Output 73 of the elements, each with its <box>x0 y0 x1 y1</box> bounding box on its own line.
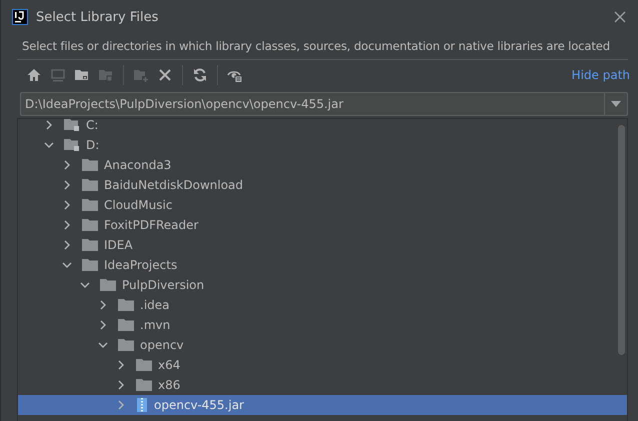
folder-icon <box>136 358 152 372</box>
tree-row[interactable]: IdeaProjects <box>18 255 627 275</box>
app-logo-icon <box>12 9 28 25</box>
tree-row[interactable]: CloudMusic <box>18 195 627 215</box>
folder-icon <box>82 238 98 252</box>
tree-row[interactable]: .idea <box>18 295 627 315</box>
tree-item-label: CloudMusic <box>104 198 172 212</box>
chevron-down-icon[interactable] <box>44 140 54 150</box>
chevron-right-icon[interactable] <box>98 300 108 310</box>
window-title: Select Library Files <box>36 10 160 24</box>
refresh-icon <box>192 67 208 83</box>
chevron-down-icon[interactable] <box>80 280 90 290</box>
description-text: Select files or directories in which library classes, sources, documentation or native libraries are located <box>21 38 611 55</box>
dropdown-arrow-icon <box>611 101 621 107</box>
tree-item-label: opencv-455.jar <box>154 398 244 412</box>
tree-item-label: BaiduNetdiskDownload <box>104 178 244 192</box>
chevron-right-icon[interactable] <box>62 220 72 230</box>
chevron-right-icon[interactable] <box>62 180 72 190</box>
chevron-right-icon[interactable] <box>116 380 126 390</box>
tree-row[interactable]: x64 <box>18 355 627 375</box>
tree-item-label: .idea <box>140 298 170 312</box>
tree-row[interactable]: Anaconda3 <box>18 155 627 175</box>
chevron-right-icon[interactable] <box>62 200 72 210</box>
dropdown-button[interactable] <box>604 92 628 116</box>
home-icon <box>26 67 42 83</box>
hide-path-link[interactable]: Hide path <box>572 68 630 82</box>
chevron-down-icon[interactable] <box>62 260 72 270</box>
chevron-right-icon[interactable] <box>62 160 72 170</box>
tree-row[interactable]: opencv <box>18 335 627 355</box>
tree-row[interactable]: BaiduNetdiskDownload <box>18 175 627 195</box>
chevron-right-icon[interactable] <box>44 120 54 130</box>
folder-icon <box>82 158 98 172</box>
folder-icon <box>100 278 116 292</box>
archive-file-icon <box>136 398 148 412</box>
tree-item-label: IdeaProjects <box>104 258 178 272</box>
tree-item-label: PulpDiversion <box>122 278 204 292</box>
chevron-right-icon[interactable] <box>98 320 108 330</box>
delete-icon <box>157 67 173 83</box>
tree-item-label: .mvn <box>140 318 170 332</box>
tree-row[interactable]: FoxitPDFReader <box>18 215 627 235</box>
tree-item-label: x86 <box>158 378 180 392</box>
new-folder-icon <box>133 67 149 83</box>
tree-row[interactable]: PulpDiversion <box>18 275 627 295</box>
tree-row[interactable]: x86 <box>18 375 627 395</box>
tree-row[interactable]: .mvn <box>18 315 627 335</box>
tree-item-label: C: <box>86 119 98 132</box>
chevron-right-icon[interactable] <box>62 240 72 250</box>
folder-icon <box>82 198 98 212</box>
folder-icon <box>82 218 98 232</box>
tree-row[interactable]: C: <box>18 119 627 135</box>
tree-row[interactable]: D: <box>18 135 627 155</box>
tree-item-label: FoxitPDFReader <box>104 218 198 232</box>
drive-folder-icon <box>64 138 80 152</box>
folder-icon <box>82 258 98 272</box>
tree-item-label: Anaconda3 <box>104 158 172 172</box>
chevron-right-icon[interactable] <box>116 360 126 370</box>
folder-icon <box>118 298 134 312</box>
folder-icon <box>136 378 152 392</box>
tree-item-label: opencv <box>140 338 184 352</box>
path-field[interactable]: D:\IdeaProjects\PulpDiversion\opencv\opencv-455.jar <box>20 92 604 116</box>
scrollbar-thumb[interactable] <box>618 125 625 355</box>
tree-row[interactable]: opencv-455.jar <box>18 395 627 415</box>
close-button[interactable] <box>612 9 628 25</box>
folder-icon <box>118 318 134 332</box>
drive-folder-icon <box>64 119 80 132</box>
desktop-icon <box>50 67 66 83</box>
tree-item-label: D: <box>86 138 100 152</box>
folder-icon <box>118 338 134 352</box>
chevron-down-icon[interactable] <box>98 340 108 350</box>
folder-icon <box>82 178 98 192</box>
tree-row[interactable]: IDEA <box>18 235 627 255</box>
tree-item-label: x64 <box>158 358 180 372</box>
tree-item-label: IDEA <box>104 238 133 252</box>
